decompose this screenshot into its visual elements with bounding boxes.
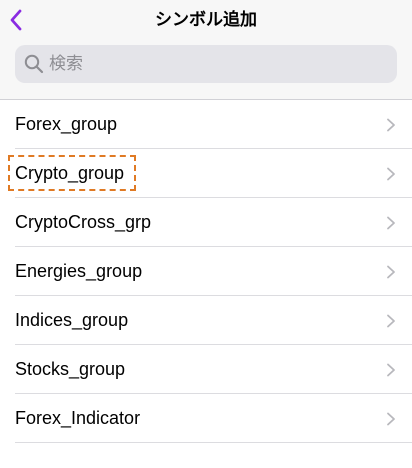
chevron-right-icon (387, 216, 395, 230)
list-item-label: CryptoCross_grp (15, 212, 152, 232)
list-item-label: Forex_Indicator (15, 408, 141, 428)
page-title: シンボル追加 (155, 10, 257, 30)
list-item-energies-group[interactable]: Energies_group (0, 247, 412, 296)
list-item-crypto-group[interactable]: Crypto_group (0, 149, 412, 198)
search-icon (23, 53, 45, 75)
chevron-right-icon (387, 314, 395, 328)
divider (15, 442, 412, 443)
list-item-label: Energies_group (15, 261, 143, 281)
list-item-forex-group[interactable]: Forex_group (0, 100, 412, 149)
list-item-label: Stocks_group (15, 359, 126, 379)
chevron-right-icon (387, 265, 395, 279)
list-item-label: Forex_group (15, 114, 118, 134)
search-bar[interactable] (15, 45, 397, 83)
list-item-label: Indices_group (15, 310, 129, 330)
chevron-right-icon (387, 118, 395, 132)
navigation-header: シンボル追加 (0, 0, 412, 100)
list-item-stocks-group[interactable]: Stocks_group (0, 345, 412, 394)
search-input[interactable] (49, 49, 369, 79)
list-item-cryptocross-grp[interactable]: CryptoCross_grp (0, 198, 412, 247)
list-item-indices-group[interactable]: Indices_group (0, 296, 412, 345)
list-item-forex-indicator[interactable]: Forex_Indicator (0, 394, 412, 443)
chevron-right-icon (387, 412, 395, 426)
chevron-right-icon (387, 363, 395, 377)
chevron-right-icon (387, 167, 395, 181)
symbol-group-list: Forex_group Crypto_group CryptoCross_grp… (0, 100, 412, 443)
list-item-label: Crypto_group (15, 163, 125, 183)
